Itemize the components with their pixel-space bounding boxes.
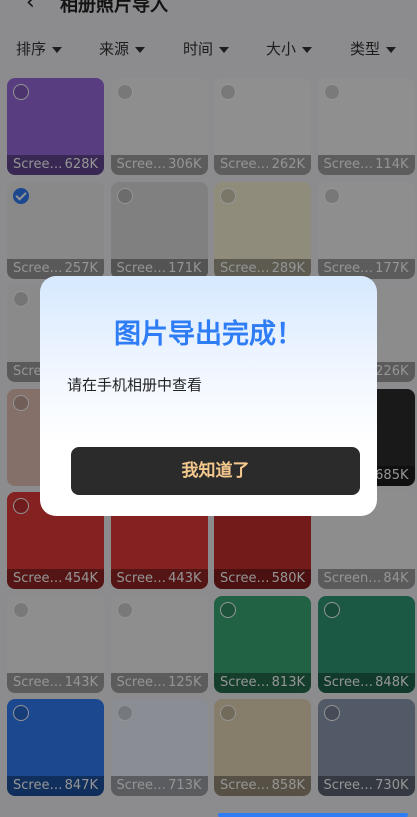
dialog-message: 请在手机相册中查看 bbox=[67, 376, 203, 394]
dialog-title: 图片导出完成！ bbox=[114, 319, 303, 350]
bottom-action-bar bbox=[218, 813, 408, 817]
export-complete-dialog: 图片导出完成！ 请在手机相册中查看 我知道了 bbox=[40, 276, 377, 516]
got-it-button[interactable]: 我知道了 bbox=[71, 447, 360, 495]
